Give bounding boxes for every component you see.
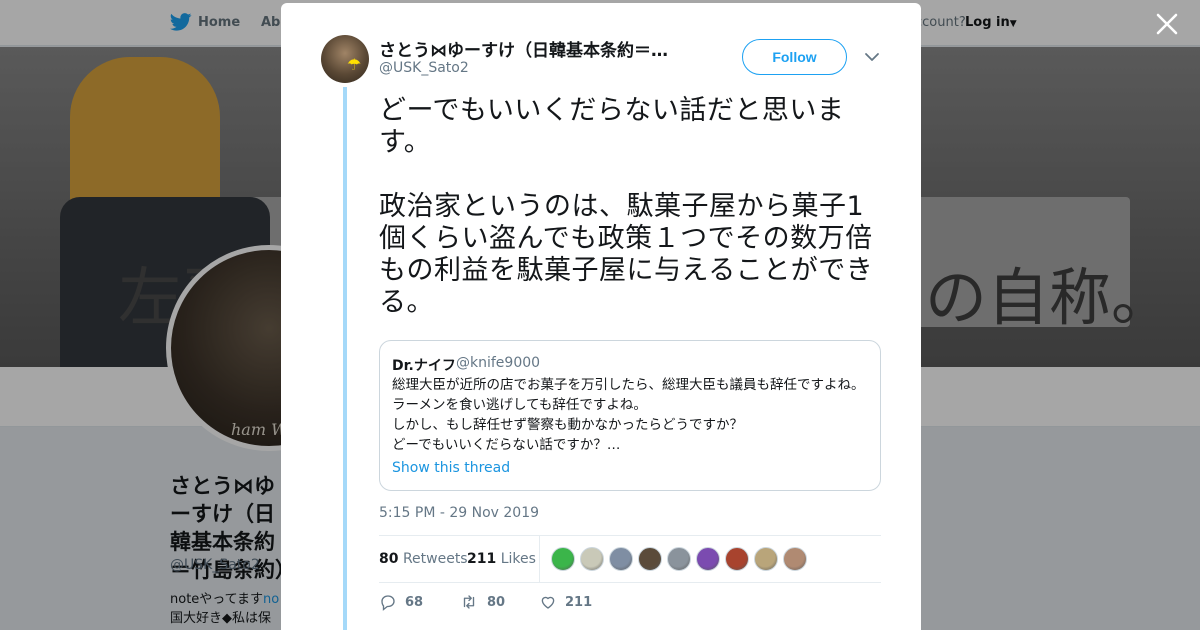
liker-avatars xyxy=(551,547,807,571)
quoted-tweet[interactable]: Dr.ナイフ @knife9000 総理大臣が近所の店でお菓子を万引したら、総理… xyxy=(379,340,881,491)
retweet-count: 80 xyxy=(487,594,506,610)
follow-button[interactable]: Follow xyxy=(742,39,847,75)
likes-stat[interactable]: 211 Likes xyxy=(467,551,536,567)
liker-avatar[interactable] xyxy=(667,547,691,571)
thread-line xyxy=(343,87,347,630)
liker-avatar[interactable] xyxy=(609,547,633,571)
likes-label: Likes xyxy=(500,551,536,567)
retweets-label: Retweets xyxy=(402,551,468,567)
liker-avatar[interactable] xyxy=(725,547,749,571)
retweets-stat[interactable]: 80 Retweets xyxy=(379,551,468,567)
like-count: 211 xyxy=(565,594,593,610)
liker-avatar[interactable] xyxy=(783,547,807,571)
retweet-icon xyxy=(463,595,475,609)
tweet-timestamp[interactable]: 5:15 PM - 29 Nov 2019 xyxy=(379,505,539,521)
liker-avatar[interactable] xyxy=(580,547,604,571)
heart-icon xyxy=(541,596,555,609)
retweets-count: 80 xyxy=(379,551,399,567)
reply-count: 68 xyxy=(405,594,424,610)
quoted-author-handle: @knife9000 xyxy=(456,355,541,371)
close-icon[interactable] xyxy=(1155,12,1179,36)
reply-button[interactable]: 68 xyxy=(379,593,423,611)
quoted-tweet-text: 総理大臣が近所の店でお菓子を万引したら、総理大臣も議員も辞任ですよね。ラーメンを… xyxy=(392,377,865,453)
likes-count: 211 xyxy=(467,551,497,567)
umbrella-icon: ☂ xyxy=(347,55,362,74)
liker-avatar[interactable] xyxy=(638,547,662,571)
reply-icon xyxy=(381,595,395,611)
author-avatar[interactable]: ☂ xyxy=(321,35,369,83)
quoted-author-name: Dr.ナイフ xyxy=(392,358,456,374)
author-handle[interactable]: @USK_Sato2 xyxy=(379,60,469,76)
stats-divider xyxy=(539,536,540,582)
like-button[interactable]: 211 xyxy=(539,593,592,611)
tweet-text: どーでもいいくだらない話だと思います。 政治家というのは、駄菓子屋から菓子1個く… xyxy=(379,95,874,318)
liker-avatar[interactable] xyxy=(754,547,778,571)
author-name[interactable]: さとう⋈ゆーすけ（日韓基本条約＝… xyxy=(379,36,689,61)
chevron-down-icon[interactable] xyxy=(864,49,880,65)
show-thread-link[interactable]: Show this thread xyxy=(392,460,510,476)
liker-avatar[interactable] xyxy=(696,547,720,571)
tweet-stats: 80 Retweets 211 Likes xyxy=(379,535,881,583)
retweet-button[interactable]: 80 xyxy=(459,593,505,611)
tweet-modal: ☂ さとう⋈ゆーすけ（日韓基本条約＝… @USK_Sato2 Follow どー… xyxy=(281,3,921,630)
liker-avatar[interactable] xyxy=(551,547,575,571)
